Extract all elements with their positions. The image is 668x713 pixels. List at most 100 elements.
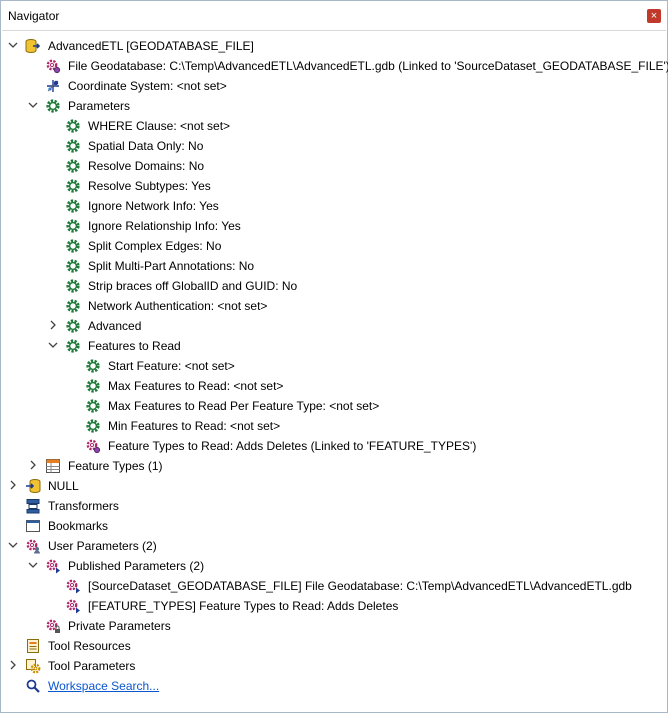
tree-item-split-multipart-annotations[interactable]: Split Multi-Part Annotations: No xyxy=(2,256,662,276)
tree-item-label: Max Features to Read Per Feature Type: <… xyxy=(108,399,380,413)
tree-item-published-source-dataset[interactable]: [SourceDataset_GEODATABASE_FILE] File Ge… xyxy=(2,576,662,596)
tree-item-max-features-per-type[interactable]: Max Features to Read Per Feature Type: <… xyxy=(2,396,662,416)
tree-item-tool-parameters[interactable]: Tool Parameters xyxy=(2,656,662,676)
navigator-panel: Navigator × AdvancedETL [GEODATABASE_FIL… xyxy=(0,0,668,713)
tree-item-label: Transformers xyxy=(48,499,119,513)
gear-icon xyxy=(65,118,81,134)
tree-item-label: Private Parameters xyxy=(68,619,171,633)
tree-item-label: User Parameters (2) xyxy=(48,539,157,553)
tree-item-label: NULL xyxy=(48,479,79,493)
tree-item-label: Tool Parameters xyxy=(48,659,136,673)
chevron-down-icon[interactable] xyxy=(8,40,18,50)
tree-item-network-authentication[interactable]: Network Authentication: <not set> xyxy=(2,296,662,316)
linked-parameter-icon xyxy=(85,438,101,454)
gear-icon xyxy=(65,318,81,334)
chevron-right-icon[interactable] xyxy=(8,660,18,670)
gear-icon xyxy=(65,198,81,214)
tree-item-max-features[interactable]: Max Features to Read: <not set> xyxy=(2,376,662,396)
tree-item-label: Ignore Network Info: Yes xyxy=(88,199,219,213)
tree-item-label: Tool Resources xyxy=(48,639,131,653)
tree-item-label: AdvancedETL [GEODATABASE_FILE] xyxy=(48,39,254,53)
tree-item-label: Network Authentication: <not set> xyxy=(88,299,268,313)
tree-item-label: Parameters xyxy=(68,99,131,113)
tree-item-resolve-subtypes[interactable]: Resolve Subtypes: Yes xyxy=(2,176,662,196)
tree-item-start-feature[interactable]: Start Feature: <not set> xyxy=(2,356,662,376)
coordinate-system-icon xyxy=(45,78,61,94)
gear-icon xyxy=(65,218,81,234)
tree-item-parameters[interactable]: Parameters xyxy=(2,96,662,116)
tree-item-label: Strip braces off GlobalID and GUID: No xyxy=(88,279,298,293)
tree-item-user-parameters[interactable]: User Parameters (2) xyxy=(2,536,662,556)
tree-item-ignore-network-info[interactable]: Ignore Network Info: Yes xyxy=(2,196,662,216)
tree-item-label: Resolve Domains: No xyxy=(88,159,205,173)
tree-item-advancedetl-reader[interactable]: AdvancedETL [GEODATABASE_FILE] xyxy=(2,36,662,56)
tree-item-published-parameters[interactable]: Published Parameters (2) xyxy=(2,556,662,576)
null-writer-icon xyxy=(25,478,41,494)
transformers-icon xyxy=(25,498,41,514)
gear-icon xyxy=(65,258,81,274)
tree-item-label: Feature Types (1) xyxy=(68,459,163,473)
dataset-reader-icon xyxy=(25,38,41,54)
workspace-search-link[interactable]: Workspace Search... xyxy=(48,679,159,693)
tree-item-published-feature-types[interactable]: [FEATURE_TYPES] Feature Types to Read: A… xyxy=(2,596,662,616)
chevron-down-icon[interactable] xyxy=(48,340,58,350)
gear-icon xyxy=(45,98,61,114)
tree-item-spatial-data-only[interactable]: Spatial Data Only: No xyxy=(2,136,662,156)
tree-item-label: Resolve Subtypes: Yes xyxy=(88,179,211,193)
chevron-down-icon[interactable] xyxy=(28,100,38,110)
gear-icon xyxy=(65,138,81,154)
gear-icon xyxy=(65,338,81,354)
chevron-right-icon[interactable] xyxy=(8,480,18,490)
tree-item-label: Spatial Data Only: No xyxy=(88,139,204,153)
tree-item-null-writer[interactable]: NULL xyxy=(2,476,662,496)
tree-item-features-to-read[interactable]: Features to Read xyxy=(2,336,662,356)
tree-item-label: WHERE Clause: <not set> xyxy=(88,119,231,133)
tree-item-label: Start Feature: <not set> xyxy=(108,359,235,373)
tree-item-label: Published Parameters (2) xyxy=(68,559,205,573)
gear-icon xyxy=(65,158,81,174)
tree-item-label: File Geodatabase: C:\Temp\AdvancedETL\Ad… xyxy=(68,59,668,73)
tree-item-label: Min Features to Read: <not set> xyxy=(108,419,281,433)
tree-item-feature-types-to-read[interactable]: Feature Types to Read: Adds Deletes (Lin… xyxy=(2,436,662,456)
chevron-down-icon[interactable] xyxy=(28,560,38,570)
user-parameters-icon xyxy=(25,538,41,554)
published-parameter-icon xyxy=(65,578,81,594)
tree-item-tool-resources[interactable]: Tool Resources xyxy=(2,636,662,656)
tree-item-strip-braces[interactable]: Strip braces off GlobalID and GUID: No xyxy=(2,276,662,296)
tree-item-coordinate-system[interactable]: Coordinate System: <not set> xyxy=(2,76,662,96)
tree-item-where-clause[interactable]: WHERE Clause: <not set> xyxy=(2,116,662,136)
tree-item-label: Advanced xyxy=(88,319,142,333)
tree-item-private-parameters[interactable]: Private Parameters xyxy=(2,616,662,636)
workspace-search-row[interactable]: Workspace Search... xyxy=(2,676,662,696)
chevron-right-icon[interactable] xyxy=(48,320,58,330)
bookmarks-icon xyxy=(25,518,41,534)
tree-item-label: [FEATURE_TYPES] Feature Types to Read: A… xyxy=(88,599,399,613)
feature-types-icon xyxy=(45,458,61,474)
private-parameters-icon xyxy=(45,618,61,634)
tree-item-resolve-domains[interactable]: Resolve Domains: No xyxy=(2,156,662,176)
tree-item-advanced[interactable]: Advanced xyxy=(2,316,662,336)
tree-item-label: Split Multi-Part Annotations: No xyxy=(88,259,255,273)
tree-item-bookmarks[interactable]: Bookmarks xyxy=(2,516,662,536)
gear-icon xyxy=(65,178,81,194)
panel-title: Navigator xyxy=(8,9,60,23)
tree-item-transformers[interactable]: Transformers xyxy=(2,496,662,516)
gear-icon xyxy=(65,238,81,254)
chevron-right-icon[interactable] xyxy=(28,460,38,470)
close-button[interactable]: × xyxy=(647,9,661,23)
chevron-down-icon[interactable] xyxy=(8,540,18,550)
tree-item-file-geodatabase[interactable]: File Geodatabase: C:\Temp\AdvancedETL\Ad… xyxy=(2,56,668,76)
tree-item-label: [SourceDataset_GEODATABASE_FILE] File Ge… xyxy=(88,579,632,593)
tree-item-label: Ignore Relationship Info: Yes xyxy=(88,219,241,233)
tree-item-feature-types[interactable]: Feature Types (1) xyxy=(2,456,662,476)
gear-icon xyxy=(65,278,81,294)
gear-icon xyxy=(65,298,81,314)
published-parameter-icon xyxy=(65,598,81,614)
tree-item-label: Feature Types to Read: Adds Deletes (Lin… xyxy=(108,439,477,453)
gear-icon xyxy=(85,358,101,374)
tool-parameters-icon xyxy=(25,658,41,674)
tree-item-ignore-relationship-info[interactable]: Ignore Relationship Info: Yes xyxy=(2,216,662,236)
gear-icon xyxy=(85,418,101,434)
tree-item-split-complex-edges[interactable]: Split Complex Edges: No xyxy=(2,236,662,256)
tree-item-min-features[interactable]: Min Features to Read: <not set> xyxy=(2,416,662,436)
